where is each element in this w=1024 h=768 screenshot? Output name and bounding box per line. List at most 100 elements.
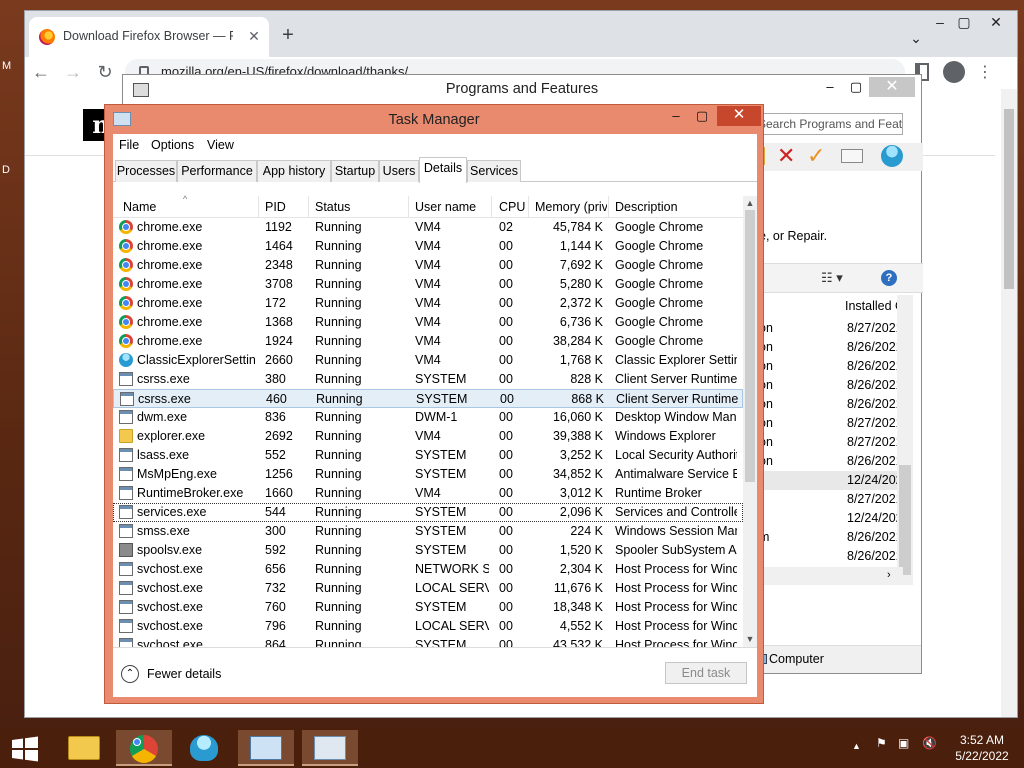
tm-minimize-button[interactable]: –	[663, 107, 689, 127]
forward-button[interactable]: →	[61, 61, 85, 83]
column-separator[interactable]	[258, 196, 259, 218]
action-center-flag-icon[interactable]: ⚑	[876, 736, 887, 750]
table-row[interactable]: chrome.exe 3708 Running VM4 00 5,280 K Google …	[113, 275, 743, 294]
pf-list-item[interactable]: m 8/26/2021	[753, 528, 903, 547]
table-row[interactable]: svchost.exe 656 Running NETWORK SERVICE 00 2,…	[113, 560, 743, 579]
pf-maximize-button[interactable]: ▢	[843, 77, 869, 99]
column-header-pid[interactable]: PID	[265, 200, 309, 214]
process-list-scrollbar[interactable]: ▲ ▼	[743, 196, 757, 647]
tab-details[interactable]: Details	[419, 157, 467, 183]
table-row[interactable]: services.exe 544 Running SYSTEM 00 2,096 K Ser…	[113, 503, 743, 522]
pf-search-input[interactable]: Search Programs and Features	[753, 113, 903, 135]
pf-scroll-thumb[interactable]	[899, 465, 911, 575]
table-row[interactable]: chrome.exe 1368 Running VM4 00 6,736 K Google …	[113, 313, 743, 332]
table-row[interactable]: chrome.exe 2348 Running VM4 00 7,692 K Google …	[113, 256, 743, 275]
table-row[interactable]: chrome.exe 172 Running VM4 00 2,372 K Google C…	[113, 294, 743, 313]
view-options-icon[interactable]: ☷ ▾	[821, 270, 843, 286]
tab-services[interactable]: Services	[467, 160, 521, 182]
scroll-up-icon[interactable]: ▲	[743, 196, 757, 210]
page-scrollbar[interactable]	[1001, 89, 1017, 717]
process-list-scroll-thumb[interactable]	[745, 210, 755, 482]
column-separator[interactable]	[491, 196, 492, 218]
pf-list-item[interactable]: on 8/26/2021	[753, 357, 903, 376]
tab-users[interactable]: Users	[379, 160, 419, 182]
pf-list-item[interactable]: 8/26/2021	[753, 547, 903, 566]
pf-horizontal-scrollbar[interactable]: ›	[753, 567, 903, 585]
pf-list-item[interactable]: on 8/27/2021	[753, 319, 903, 338]
new-tab-button[interactable]: +	[277, 25, 299, 47]
column-header-description[interactable]: Description	[615, 200, 735, 214]
menu-icon[interactable]: ⋮	[977, 62, 993, 82]
uninstall-icon[interactable]: ✕	[777, 143, 795, 169]
table-row[interactable]: chrome.exe 1924 Running VM4 00 38,284 K Google…	[113, 332, 743, 351]
scroll-down-icon[interactable]: ▼	[743, 632, 757, 646]
menu-file[interactable]: File	[119, 138, 139, 152]
table-row[interactable]: chrome.exe 1192 Running VM4 02 45,784 K Google…	[113, 218, 743, 237]
menu-view[interactable]: View	[207, 138, 234, 152]
table-row[interactable]: explorer.exe 2692 Running VM4 00 39,388 K Wind…	[113, 427, 743, 446]
tab-app-history[interactable]: App history	[257, 160, 331, 182]
taskbar-task-manager[interactable]	[302, 730, 358, 766]
classic-shell-icon[interactable]	[881, 145, 903, 167]
scroll-right-icon[interactable]: ›	[887, 569, 891, 581]
tab-processes[interactable]: Processes	[115, 160, 177, 182]
profile-avatar[interactable]	[943, 61, 965, 83]
end-task-button[interactable]: End task	[665, 662, 747, 684]
volume-muted-icon[interactable]: 🔇	[922, 736, 937, 750]
pf-list-item[interactable]: on 8/26/2021	[753, 376, 903, 395]
pf-list-item[interactable]: on 8/26/2021	[753, 395, 903, 414]
taskbar-classic-shell[interactable]	[176, 730, 232, 766]
column-header-name[interactable]: Name	[123, 200, 253, 214]
column-separator[interactable]	[408, 196, 409, 218]
table-row[interactable]: ClassicExplorerSettings.exe 2660 Running VM…	[113, 351, 743, 370]
fewer-details-link[interactable]: Fewer details	[147, 667, 221, 681]
pf-vertical-scrollbar[interactable]	[897, 295, 913, 585]
taskbar-control-panel[interactable]	[238, 730, 294, 766]
table-row[interactable]: csrss.exe 460 Running SYSTEM 00 868 K Client S…	[113, 389, 743, 408]
column-separator[interactable]	[528, 196, 529, 218]
column-header-status[interactable]: Status	[315, 200, 405, 214]
column-header-cpu[interactable]: CPU	[499, 200, 525, 214]
column-header-user-name[interactable]: User name	[415, 200, 495, 214]
column-separator[interactable]	[608, 196, 609, 218]
pf-list-item[interactable]: on 8/26/2021	[753, 338, 903, 357]
table-row[interactable]: svchost.exe 864 Running SYSTEM 00 43,532 K Hos…	[113, 636, 743, 647]
network-icon[interactable]: ▣	[898, 736, 909, 750]
table-row[interactable]: spoolsv.exe 592 Running SYSTEM 00 1,520 K Spoo…	[113, 541, 743, 560]
table-row[interactable]: chrome.exe 1464 Running VM4 00 1,144 K Google …	[113, 237, 743, 256]
taskbar-chrome[interactable]	[116, 730, 172, 766]
pf-list-item[interactable]: on 8/27/2021	[753, 414, 903, 433]
pf-list-item[interactable]: 12/24/2021	[753, 471, 910, 490]
pf-list-item[interactable]: on 8/26/2021	[753, 452, 903, 471]
back-button[interactable]: ←	[29, 61, 53, 83]
pf-list-item[interactable]: 8/27/2021	[753, 490, 903, 509]
table-row[interactable]: lsass.exe 552 Running SYSTEM 00 3,252 K Local …	[113, 446, 743, 465]
table-row[interactable]: MsMpEng.exe 1256 Running SYSTEM 00 34,852 K An…	[113, 465, 743, 484]
tab-startup[interactable]: Startup	[331, 160, 379, 182]
browser-tab[interactable]: Download Firefox Browser — Fast, Private…	[29, 17, 269, 57]
pf-close-button[interactable]: ✕	[869, 77, 915, 97]
pf-minimize-button[interactable]: –	[817, 77, 843, 99]
menu-options[interactable]: Options	[151, 138, 194, 152]
table-row[interactable]: svchost.exe 796 Running LOCAL SERVICE 00 4,55…	[113, 617, 743, 636]
close-button[interactable]: ✕	[981, 11, 1011, 35]
properties-icon[interactable]	[841, 149, 863, 163]
table-row[interactable]: svchost.exe 760 Running SYSTEM 00 18,348 K Hos…	[113, 598, 743, 617]
show-hidden-icons[interactable]: ▲	[852, 741, 861, 751]
clock-date[interactable]: 5/22/2022	[952, 749, 1012, 763]
table-row[interactable]: csrss.exe 380 Running SYSTEM 00 828 K Client S…	[113, 370, 743, 389]
table-row[interactable]: dwm.exe 836 Running DWM-1 00 16,060 K Desktop …	[113, 408, 743, 427]
help-icon[interactable]: ?	[881, 270, 897, 286]
taskbar-file-explorer[interactable]	[56, 730, 112, 766]
tm-maximize-button[interactable]: ▢	[689, 107, 715, 127]
column-separator[interactable]	[308, 196, 309, 218]
table-row[interactable]: RuntimeBroker.exe 1660 Running VM4 00 3,012 K…	[113, 484, 743, 503]
pf-list-item[interactable]: 12/24/2021	[753, 509, 910, 528]
windows-start-icon[interactable]	[10, 736, 40, 762]
table-row[interactable]: svchost.exe 732 Running LOCAL SERVICE 00 11,6…	[113, 579, 743, 598]
reload-button[interactable]: ↻	[93, 61, 117, 83]
maximize-button[interactable]: ▢	[949, 11, 979, 35]
tab-performance[interactable]: Performance	[177, 160, 257, 182]
table-row[interactable]: smss.exe 300 Running SYSTEM 00 224 K Windows S…	[113, 522, 743, 541]
tab-close-icon[interactable]: ✕	[245, 27, 263, 45]
